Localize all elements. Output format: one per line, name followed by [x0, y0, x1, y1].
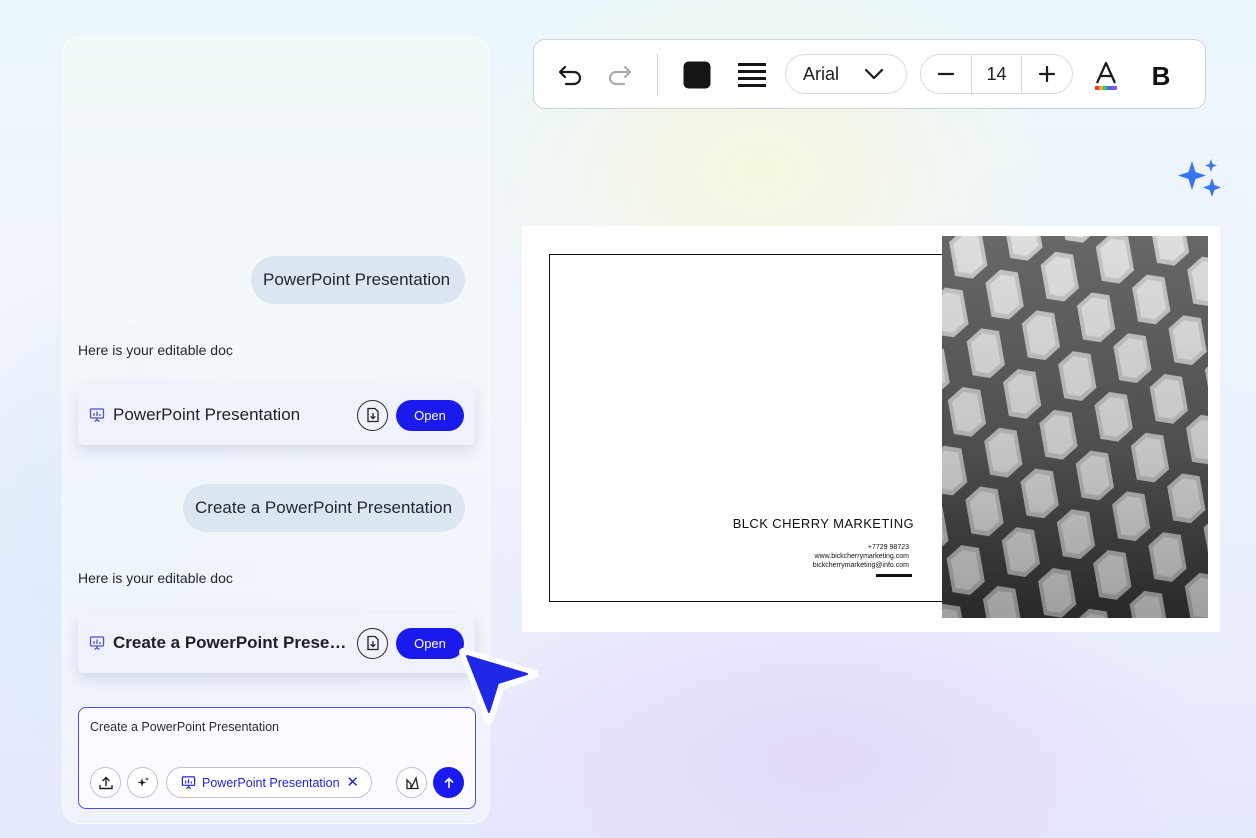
download-icon	[366, 407, 379, 423]
accent-bar	[876, 574, 912, 577]
magic-button[interactable]	[127, 767, 158, 798]
download-icon	[366, 635, 379, 651]
chevron-down-icon	[864, 68, 884, 80]
increase-size-button[interactable]	[1022, 55, 1072, 93]
contact-website[interactable]: www.bickcherrymarketing.com	[814, 553, 909, 560]
bold-button[interactable]: B	[1146, 60, 1176, 92]
sparkle-icon	[137, 776, 149, 787]
chip-label: PowerPoint Presentation	[202, 775, 340, 790]
redo-icon	[608, 65, 632, 86]
font-family-select[interactable]: Arial	[785, 54, 907, 94]
chip-close-icon[interactable]: ✕	[346, 775, 359, 790]
assistant-message-text: Here is your editable doc	[78, 570, 233, 586]
font-size-value[interactable]: 14	[970, 55, 1023, 93]
user-message-bubble: Create a PowerPoint Presentation	[183, 484, 465, 532]
user-message-text: PowerPoint Presentation	[263, 270, 451, 289]
arrow-up-icon	[443, 776, 454, 788]
download-button[interactable]	[357, 399, 388, 431]
decrease-size-button[interactable]	[921, 55, 971, 93]
shapes-icon	[405, 775, 419, 789]
align-button[interactable]	[735, 60, 769, 90]
cursor-arrow-icon	[459, 648, 539, 724]
text-color-button[interactable]	[1091, 60, 1121, 92]
doc-card: PowerPoint Presentation Open	[78, 385, 475, 445]
prompt-composer[interactable]: Create a PowerPoint Presentation PowerPo…	[78, 707, 476, 809]
doc-title: Create a PowerPoint Presentation	[113, 633, 351, 652]
presentation-icon	[89, 408, 105, 423]
open-button[interactable]: Open	[396, 399, 464, 431]
plus-icon	[1039, 65, 1056, 83]
minus-icon	[937, 72, 954, 76]
prompt-input[interactable]: Create a PowerPoint Presentation	[90, 720, 279, 734]
user-message-text: Create a PowerPoint Presentation	[195, 498, 453, 517]
user-message-bubble: PowerPoint Presentation	[251, 256, 465, 304]
open-button[interactable]: Open	[396, 627, 464, 659]
redo-button[interactable]	[604, 60, 634, 90]
fill-color-button[interactable]	[682, 60, 712, 90]
assistant-message-text: Here is your editable doc	[78, 342, 233, 358]
undo-button[interactable]	[556, 60, 586, 90]
doc-card: Create a PowerPoint Presentation Open	[78, 613, 475, 673]
fill-color-icon	[683, 61, 711, 89]
contact-phone[interactable]: +7729 98723	[868, 544, 909, 551]
contact-email[interactable]: bickcherrymarketing@info.com	[813, 562, 909, 569]
building-photo[interactable]	[942, 236, 1208, 618]
shapes-button[interactable]	[396, 767, 427, 798]
slide-canvas[interactable]: BLCK CHERRY MARKETING +7729 98723 www.bi…	[522, 226, 1220, 632]
align-justify-icon	[738, 63, 766, 87]
font-family-value: Arial	[803, 63, 840, 84]
chat-panel: PowerPoint Presentation Here is your edi…	[62, 36, 490, 824]
undo-icon	[558, 65, 582, 86]
attachment-chip[interactable]: PowerPoint Presentation ✕	[166, 767, 372, 798]
company-name[interactable]: BLCK CHERRY MARKETING	[733, 516, 914, 531]
ai-sparkle-icon	[1178, 159, 1221, 197]
font-size-stepper: 14	[920, 54, 1073, 94]
formatting-toolbar: Arial 14 B	[533, 39, 1206, 109]
presentation-icon	[181, 776, 196, 790]
send-button[interactable]	[433, 767, 464, 798]
toolbar-divider	[657, 54, 658, 96]
upload-icon	[98, 776, 113, 789]
text-color-icon	[1095, 61, 1117, 90]
doc-title: PowerPoint Presentation	[113, 405, 301, 424]
presentation-icon	[89, 636, 105, 651]
upload-button[interactable]	[90, 767, 121, 798]
download-button[interactable]	[357, 627, 388, 659]
